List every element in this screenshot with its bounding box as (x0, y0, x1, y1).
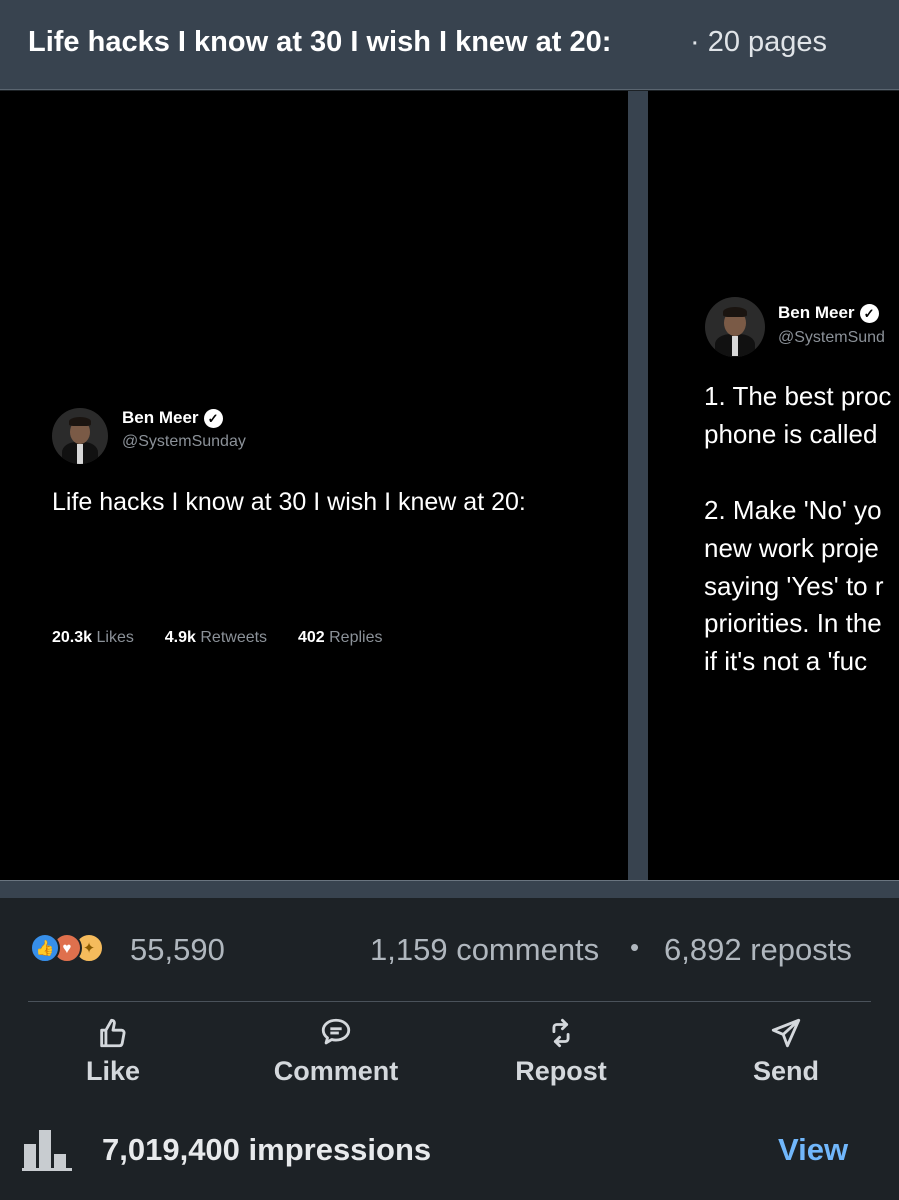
view-analytics-link[interactable]: View (778, 1132, 848, 1168)
like-reaction-icon: 👍 (30, 933, 60, 963)
carousel-slide-2[interactable]: Ben Meer ✓ @SystemSund 1. The best proc … (648, 91, 899, 881)
tweet-line: phone is called (704, 419, 878, 449)
thumbs-up-icon (100, 1018, 126, 1048)
avatar (52, 408, 108, 464)
tweet-author-handle: @SystemSunday (122, 433, 246, 450)
author-name-text: Ben Meer (778, 303, 855, 322)
likes-label: Likes (96, 629, 134, 646)
replies-label: Replies (329, 629, 383, 646)
like-label: Like (85, 1056, 141, 1086)
carousel-slide-1[interactable]: Ben Meer ✓ @SystemSunday Life hacks I kn… (0, 91, 628, 881)
page-count: · 20 pages (690, 26, 828, 58)
tweet-author-handle: @SystemSund (778, 329, 885, 346)
tweet-line: new work proje (704, 533, 879, 563)
tweet-author-name: Ben Meer ✓ (778, 303, 879, 323)
repost-count[interactable]: 6,892 reposts (664, 932, 852, 968)
retweets-label: Retweets (200, 629, 268, 646)
send-label: Send (752, 1056, 819, 1086)
analytics-bar-chart-icon (22, 1130, 72, 1171)
avatar (705, 297, 765, 357)
repost-label: Repost (515, 1056, 607, 1086)
comment-button[interactable]: Comment (261, 1016, 411, 1087)
send-button[interactable]: Send (711, 1016, 861, 1087)
tweet-stats: 20.3k Likes 4.9k Retweets 402 Replies (52, 629, 382, 647)
likes-value: 20.3k (52, 629, 93, 646)
verified-badge-icon: ✓ (203, 408, 223, 428)
social-actions-panel: 👍 ♥ ✦ 55,590 1,159 comments • 6,892 repo… (0, 898, 899, 1200)
repost-icon (552, 1018, 570, 1048)
tweet-text: Life hacks I know at 30 I wish I knew at… (52, 488, 526, 516)
tweet-line: 1. The best proc (704, 381, 892, 411)
like-button[interactable]: Like (38, 1016, 188, 1087)
reactions-summary[interactable]: 👍 ♥ ✦ (30, 931, 104, 965)
tweet-line: saying 'Yes' to r (704, 571, 884, 601)
document-carousel[interactable]: Ben Meer ✓ @SystemSunday Life hacks I kn… (0, 91, 899, 881)
retweets-value: 4.9k (164, 629, 196, 646)
divider (28, 1001, 871, 1002)
carousel-footer (0, 880, 899, 898)
replies-value: 402 (297, 629, 325, 646)
impressions-count: 7,019,400 impressions (102, 1132, 432, 1167)
comment-icon (321, 1018, 351, 1045)
separator-dot: • (630, 932, 640, 962)
reaction-count[interactable]: 55,590 (130, 932, 225, 968)
repost-button[interactable]: Repost (486, 1016, 636, 1087)
comment-count[interactable]: 1,159 comments (370, 932, 599, 968)
send-icon (771, 1018, 801, 1048)
document-header: Life hacks I know at 30 I wish I knew at… (0, 0, 899, 90)
tweet-author-name: Ben Meer ✓ (122, 408, 223, 428)
comment-label: Comment (273, 1056, 399, 1086)
verified-badge-icon: ✓ (859, 303, 879, 323)
document-title[interactable]: Life hacks I know at 30 I wish I knew at… (28, 26, 611, 59)
tweet-line: priorities. In the (704, 608, 882, 638)
tweet-line: if it's not a 'fuc (704, 646, 868, 676)
tweet-line: 2. Make 'No' yo (704, 495, 882, 525)
author-name-text: Ben Meer (122, 408, 199, 427)
